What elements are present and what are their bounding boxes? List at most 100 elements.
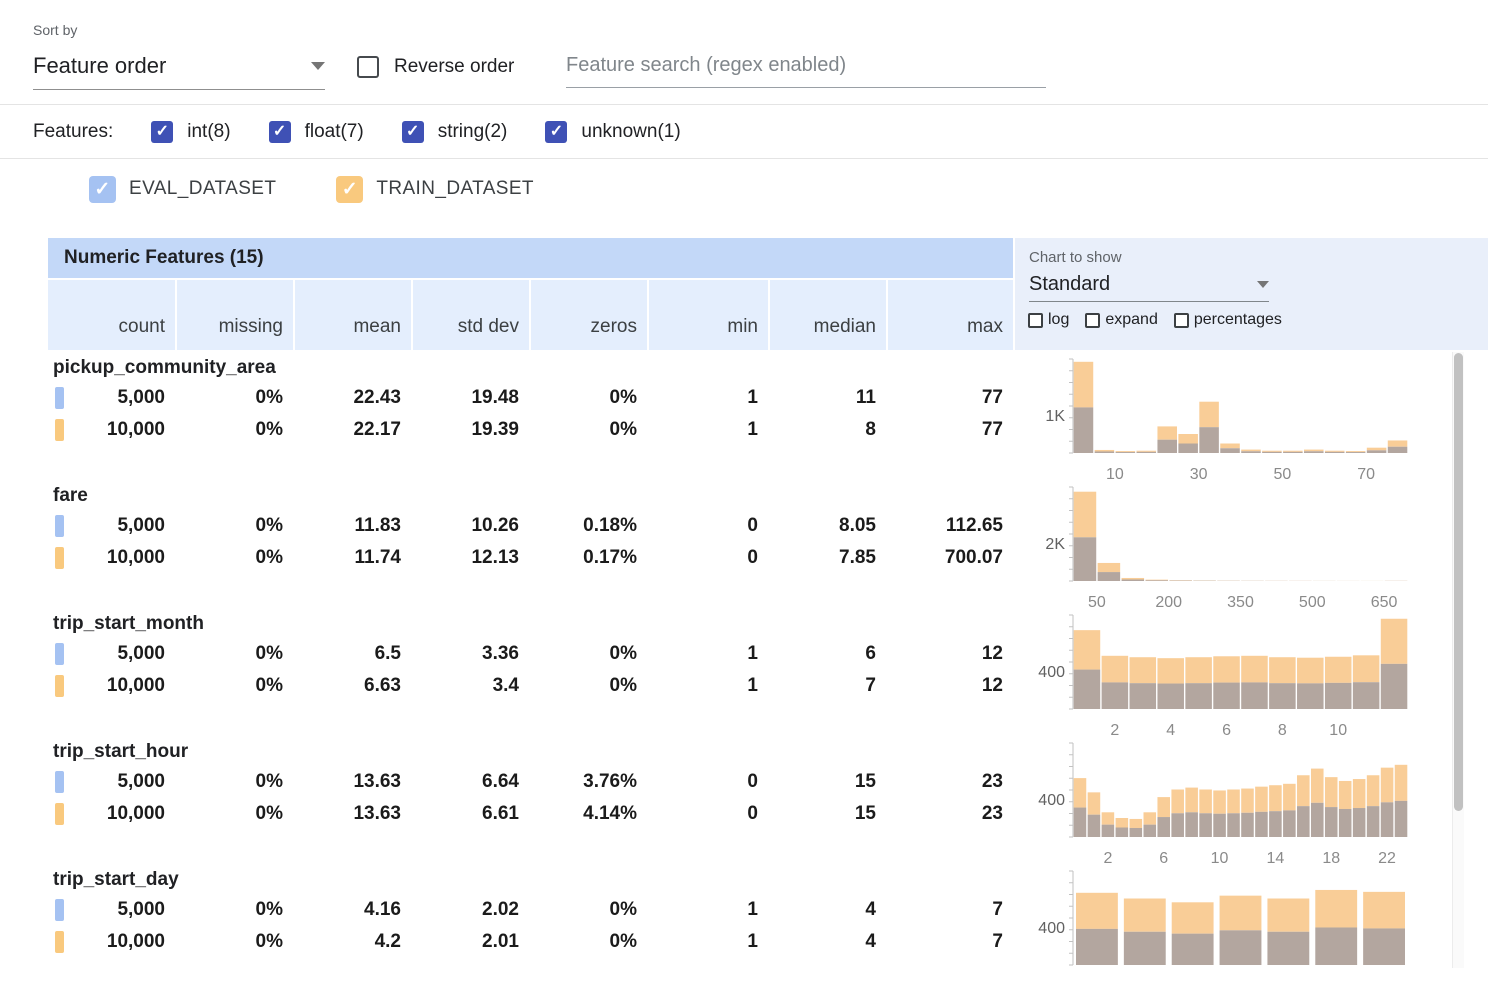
dataset-checkbox-icon[interactable]: ✓	[89, 176, 116, 203]
train-dataset-marker	[55, 803, 64, 825]
stat-value: 22.43	[295, 387, 411, 409]
stat-value: 0%	[531, 419, 647, 441]
stat-value: 2.02	[413, 899, 529, 921]
checkbox-checked-icon[interactable]: ✓	[402, 121, 424, 143]
stat-value: 6.5	[295, 643, 411, 665]
stat-value: 0%	[177, 547, 293, 569]
stat-value: 5,000	[48, 387, 175, 409]
chart-toggle-percentages[interactable]: percentages	[1174, 311, 1282, 329]
chart-toggle-label: expand	[1105, 311, 1158, 329]
stat-value: 1	[649, 899, 768, 921]
reverse-order-checkbox[interactable]	[357, 56, 379, 78]
histogram-chart: 1K10305070	[1018, 358, 1458, 490]
feature-type-filter[interactable]: ✓ int(8)	[151, 121, 230, 143]
feature-type-label: unknown(1)	[581, 121, 680, 143]
stat-value: 6	[770, 643, 886, 665]
scrollbar-thumb[interactable]	[1454, 353, 1463, 811]
stat-value: 5,000	[48, 643, 175, 665]
stat-value: 1	[649, 931, 768, 953]
train-dataset-marker	[55, 547, 64, 569]
column-header: max	[888, 280, 1013, 350]
checkbox-checked-icon[interactable]: ✓	[269, 121, 291, 143]
feature-block: trip_start_hour5,0000%13.636.643.76%0152…	[48, 736, 1488, 864]
stat-value: 0%	[177, 771, 293, 793]
chart-toggle-label: log	[1048, 311, 1069, 329]
checkbox-checked-icon[interactable]: ✓	[151, 121, 173, 143]
stat-value: 77	[888, 419, 1013, 441]
checkbox-unchecked-icon[interactable]	[1085, 313, 1100, 328]
svg-text:400: 400	[1038, 664, 1065, 681]
stat-value: 15	[770, 803, 886, 825]
stat-value: 22.17	[295, 419, 411, 441]
chart-toggle-expand[interactable]: expand	[1085, 311, 1158, 329]
stat-value: 0	[649, 771, 768, 793]
column-header: missing	[177, 280, 293, 350]
train-dataset-marker	[55, 419, 64, 441]
feature-type-filter[interactable]: ✓ float(7)	[269, 121, 364, 143]
svg-text:2K: 2K	[1045, 536, 1065, 553]
stats-row-eval: 5,0000%4.162.020%147	[48, 894, 1013, 926]
dataset-toggle[interactable]: ✓TRAIN_DATASET	[336, 176, 534, 203]
stat-value: 3.76%	[531, 771, 647, 793]
stat-value: 0%	[177, 515, 293, 537]
stat-value: 12	[888, 643, 1013, 665]
stat-value: 4	[770, 899, 886, 921]
eval-dataset-marker	[55, 771, 64, 793]
stat-value: 1	[649, 387, 768, 409]
stats-row-eval: 5,0000%6.53.360%1612	[48, 638, 1013, 670]
stat-value: 10,000	[48, 547, 175, 569]
stat-value: 11.74	[295, 547, 411, 569]
stats-row-eval: 5,0000%22.4319.480%11177	[48, 382, 1013, 414]
search-input[interactable]	[566, 48, 1046, 88]
toolbar: Sort by Feature order Reverse order	[0, 0, 1488, 105]
stat-value: 2.01	[413, 931, 529, 953]
stat-value: 1	[649, 419, 768, 441]
stat-value: 0%	[531, 675, 647, 697]
features-filter-bar: Features: ✓ int(8) ✓ float(7) ✓ string(2) ✓ unk…	[0, 106, 1488, 159]
stat-value: 4.16	[295, 899, 411, 921]
stat-value: 1	[649, 675, 768, 697]
features-label: Features:	[33, 121, 113, 143]
sort-by-value: Feature order	[33, 53, 166, 79]
stat-value: 0%	[531, 387, 647, 409]
stat-value: 5,000	[48, 899, 175, 921]
stat-value: 3.4	[413, 675, 529, 697]
stat-value: 0.18%	[531, 515, 647, 537]
checkbox-unchecked-icon[interactable]	[1028, 313, 1043, 328]
chart-toggle-label: percentages	[1194, 311, 1282, 329]
stat-value: 8.05	[770, 515, 886, 537]
chart-to-show-label: Chart to show	[1029, 249, 1488, 266]
stat-value: 0%	[531, 643, 647, 665]
checkbox-checked-icon[interactable]: ✓	[545, 121, 567, 143]
checkbox-unchecked-icon[interactable]	[1174, 313, 1189, 328]
stat-value: 0	[649, 803, 768, 825]
reverse-order-toggle[interactable]: Reverse order	[357, 56, 514, 78]
chart-toggle-log[interactable]: log	[1028, 311, 1069, 329]
feature-type-label: float(7)	[305, 121, 364, 143]
stat-value: 77	[888, 387, 1013, 409]
stat-value: 0%	[531, 899, 647, 921]
feature-type-label: int(8)	[187, 121, 230, 143]
feature-type-label: string(2)	[438, 121, 508, 143]
stat-value: 0	[649, 547, 768, 569]
sort-by-dropdown[interactable]: Feature order	[33, 46, 325, 90]
feature-block: pickup_community_area5,0000%22.4319.480%…	[48, 352, 1488, 480]
stat-value: 0%	[177, 675, 293, 697]
eval-dataset-marker	[55, 515, 64, 537]
dataset-toggle[interactable]: ✓EVAL_DATASET	[89, 176, 276, 203]
chevron-down-icon	[1257, 281, 1269, 288]
stat-value: 7	[770, 675, 886, 697]
stat-value: 13.63	[295, 771, 411, 793]
stat-value: 3.36	[413, 643, 529, 665]
feature-type-filter[interactable]: ✓ unknown(1)	[545, 121, 680, 143]
stat-value: 23	[888, 803, 1013, 825]
feature-type-filter[interactable]: ✓ string(2)	[402, 121, 508, 143]
feature-type-filters: ✓ int(8) ✓ float(7) ✓ string(2) ✓ unknown(1)	[113, 121, 680, 143]
stat-value: 0%	[177, 931, 293, 953]
feature-block: trip_start_day5,0000%4.162.020%14710,000…	[48, 864, 1488, 992]
dataset-checkbox-icon[interactable]: ✓	[336, 176, 363, 203]
train-dataset-marker	[55, 675, 64, 697]
dataset-legend: ✓EVAL_DATASET ✓TRAIN_DATASET	[0, 160, 1488, 218]
chart-type-dropdown[interactable]: Standard	[1029, 273, 1269, 302]
stat-value: 23	[888, 771, 1013, 793]
